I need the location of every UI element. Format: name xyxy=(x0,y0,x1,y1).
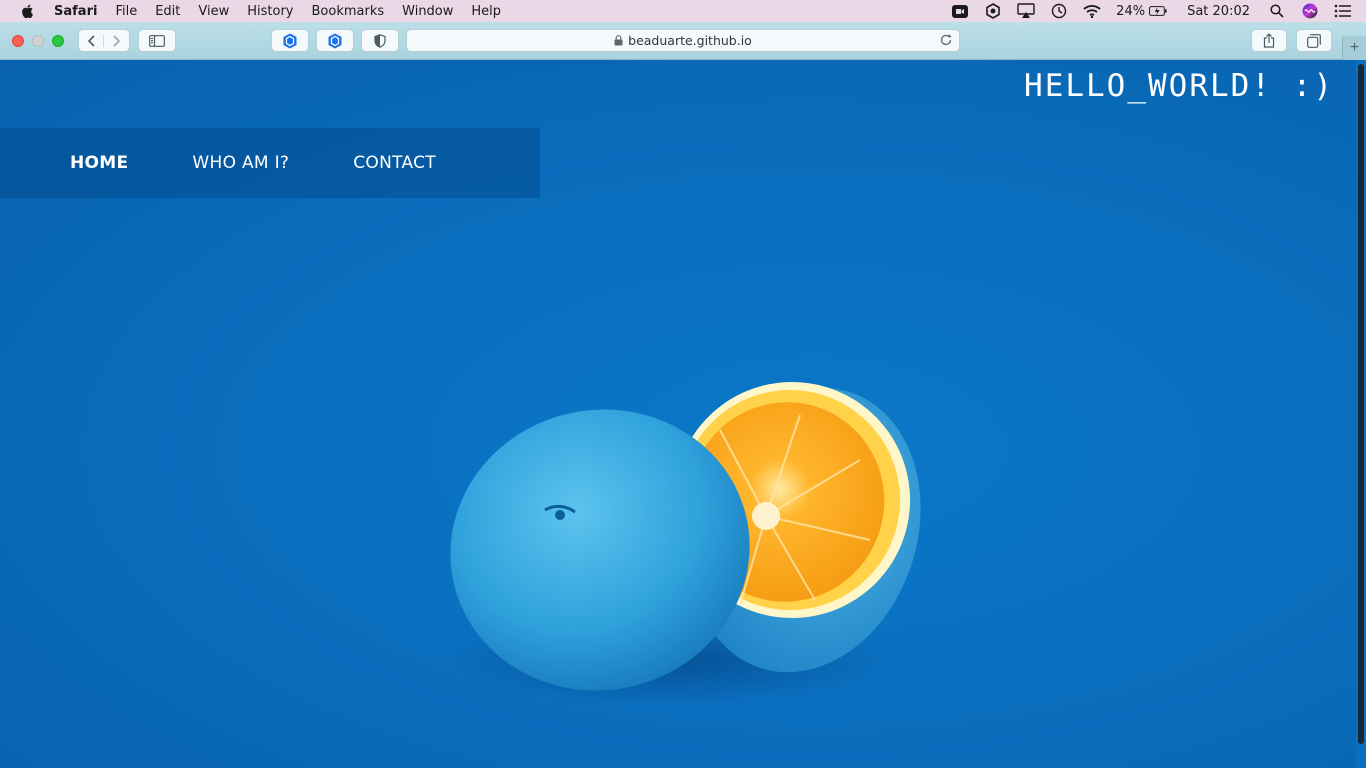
privacy-report-button[interactable] xyxy=(361,29,399,52)
shield-extension-icon xyxy=(328,33,342,48)
menu-window[interactable]: Window xyxy=(402,4,453,19)
menu-help[interactable]: Help xyxy=(471,4,501,19)
address-bar[interactable]: beaduarte.github.io xyxy=(406,29,960,52)
menu-app-safari[interactable]: Safari xyxy=(54,4,97,19)
hero-orange-image xyxy=(450,382,921,700)
nav-home-link[interactable]: HOME xyxy=(70,153,128,173)
tabs-overview-button[interactable] xyxy=(1296,29,1332,52)
nav-who-am-i-link[interactable]: WHO AM I? xyxy=(192,153,289,173)
extension-button-1[interactable] xyxy=(271,29,309,52)
menu-view[interactable]: View xyxy=(198,4,229,19)
menu-file[interactable]: File xyxy=(115,4,137,19)
airplay-icon[interactable] xyxy=(1017,3,1035,19)
web-page: HELLO_WORLD! :) HOME WHO AM I? CONTACT xyxy=(0,60,1356,768)
lock-icon xyxy=(614,35,623,46)
menu-bookmarks[interactable]: Bookmarks xyxy=(312,4,385,19)
plus-icon: + xyxy=(1349,39,1360,56)
nav-contact-link[interactable]: CONTACT xyxy=(353,153,436,173)
siri-icon[interactable] xyxy=(1301,3,1319,19)
sidebar-button[interactable] xyxy=(138,29,176,52)
share-icon xyxy=(1263,33,1275,48)
spotlight-search-icon[interactable] xyxy=(1268,3,1286,19)
shield-extension-icon xyxy=(283,33,297,48)
chevron-left-icon xyxy=(87,34,95,47)
window-close-button[interactable] xyxy=(12,35,24,47)
privacy-shield-icon xyxy=(374,33,386,48)
extension-button-2[interactable] xyxy=(316,29,354,52)
battery-charging-icon[interactable] xyxy=(1149,3,1167,19)
notification-center-icon[interactable] xyxy=(1334,3,1352,19)
reload-icon[interactable] xyxy=(939,33,953,47)
share-button[interactable] xyxy=(1251,29,1287,52)
new-tab-button[interactable]: + xyxy=(1342,36,1366,60)
tabs-icon xyxy=(1307,33,1321,48)
window-zoom-button[interactable] xyxy=(52,35,64,47)
menu-edit[interactable]: Edit xyxy=(155,4,180,19)
site-title: HELLO_WORLD! :) xyxy=(1024,68,1334,104)
page-scrollbar[interactable] xyxy=(1356,60,1366,768)
menu-history[interactable]: History xyxy=(247,4,293,19)
chevron-right-icon xyxy=(112,34,120,47)
window-minimize-button[interactable] xyxy=(32,35,44,47)
browser-toolbar: beaduarte.github.io + xyxy=(0,22,1366,60)
vpn-icon[interactable] xyxy=(984,3,1002,19)
back-forward-buttons xyxy=(78,29,130,52)
menu-bar: Safari File Edit View History Bookmarks … xyxy=(0,0,1366,22)
battery-percent: 24% xyxy=(1116,3,1146,19)
back-button[interactable] xyxy=(79,34,105,47)
wifi-icon[interactable] xyxy=(1083,3,1101,19)
url-text: beaduarte.github.io xyxy=(628,33,752,48)
time-machine-icon[interactable] xyxy=(1050,3,1068,19)
main-nav: HOME WHO AM I? CONTACT xyxy=(0,128,540,198)
sidebar-icon xyxy=(149,34,165,47)
camera-icon[interactable] xyxy=(951,3,969,19)
apple-logo-icon[interactable] xyxy=(20,3,36,19)
clock[interactable]: Sat 20:02 xyxy=(1187,4,1250,19)
status-area: 24% Sat 20:02 xyxy=(951,0,1366,22)
scrollbar-thumb[interactable] xyxy=(1358,64,1364,744)
forward-button[interactable] xyxy=(104,34,129,47)
